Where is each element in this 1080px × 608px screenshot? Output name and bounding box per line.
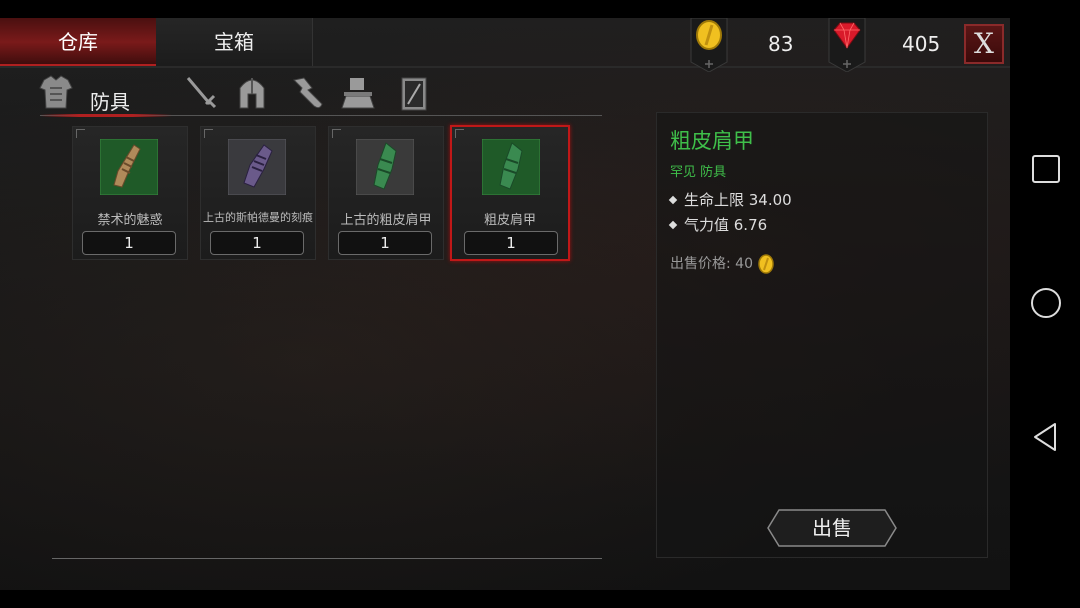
item-count: 1 — [338, 231, 432, 255]
anvil-icon[interactable] — [340, 74, 376, 112]
sell-button[interactable]: 出售 — [767, 509, 897, 547]
close-button[interactable]: X — [964, 24, 1004, 64]
item-card[interactable]: 上古的斯帕德曼的刻痕 1 — [200, 126, 316, 260]
gem-amount: 405 — [902, 32, 941, 56]
bullet-icon — [668, 195, 678, 204]
sell-price-label: 出售价格: — [670, 256, 731, 272]
item-name: 禁术的魅惑 — [97, 213, 163, 228]
sell-price: 出售价格: 40 — [670, 253, 775, 275]
potion-icon[interactable] — [288, 74, 324, 112]
corner-mark — [204, 129, 213, 138]
system-nav-bar — [1010, 0, 1080, 608]
claw-gauntlet-icon — [228, 139, 286, 195]
item-name: 粗皮肩甲 — [483, 213, 536, 228]
gem-icon[interactable] — [828, 18, 866, 72]
scroll-icon[interactable] — [396, 74, 432, 112]
detail-stat: 生命上限 34.00 — [668, 189, 792, 210]
sell-button-label: 出售 — [812, 516, 852, 540]
corner-mark — [76, 129, 85, 138]
item-name: 上古的斯帕德曼的刻痕 — [203, 211, 313, 224]
stat-text: 气力值 6.76 — [684, 216, 768, 234]
item-card[interactable]: 上古的粗皮肩甲 1 — [328, 126, 444, 260]
gold-coin-icon[interactable] — [690, 18, 728, 72]
detail-stat: 气力值 6.76 — [668, 214, 768, 235]
category-active-indicator — [40, 114, 172, 117]
coin-icon — [758, 254, 775, 274]
pauldron-icon — [482, 139, 540, 195]
item-count: 1 — [210, 231, 304, 255]
back-button[interactable] — [1029, 420, 1063, 454]
gold-amount: 83 — [768, 32, 794, 56]
detail-rarity: 罕见 防具 — [670, 165, 727, 180]
armor-icon[interactable] — [38, 74, 74, 112]
game-screen: 仓库 宝箱 83 405 X 防具 禁术的魅惑 1 上古的斯帕德曼的刻痕 1 上… — [0, 18, 1010, 590]
list-bottom-divider — [52, 558, 602, 559]
gauntlet-icon — [100, 139, 158, 195]
item-name: 上古的粗皮肩甲 — [340, 213, 432, 228]
item-count: 1 — [464, 231, 558, 255]
stat-text: 生命上限 34.00 — [684, 191, 792, 209]
detail-title: 粗皮肩甲 — [670, 129, 754, 153]
sell-price-value: 40 — [735, 256, 753, 272]
item-card-selected[interactable]: 粗皮肩甲 1 — [450, 125, 570, 261]
tab-chest[interactable]: 宝箱 — [156, 18, 313, 66]
recent-apps-button[interactable] — [1029, 152, 1063, 186]
sword-icon[interactable] — [182, 74, 218, 112]
home-button[interactable] — [1029, 286, 1063, 320]
item-card[interactable]: 禁术的魅惑 1 — [72, 126, 188, 260]
category-label: 防具 — [90, 90, 130, 114]
pauldron-icon — [356, 139, 414, 195]
corner-mark — [455, 129, 464, 138]
item-detail-panel: 粗皮肩甲 罕见 防具 生命上限 34.00 气力值 6.76 出售价格: 40 … — [656, 112, 988, 558]
bullet-icon — [668, 220, 678, 229]
corner-mark — [332, 129, 341, 138]
tab-warehouse[interactable]: 仓库 — [0, 18, 156, 66]
helmet-icon[interactable] — [234, 74, 270, 112]
top-tabs: 仓库 宝箱 — [0, 18, 313, 66]
item-count: 1 — [82, 231, 176, 255]
